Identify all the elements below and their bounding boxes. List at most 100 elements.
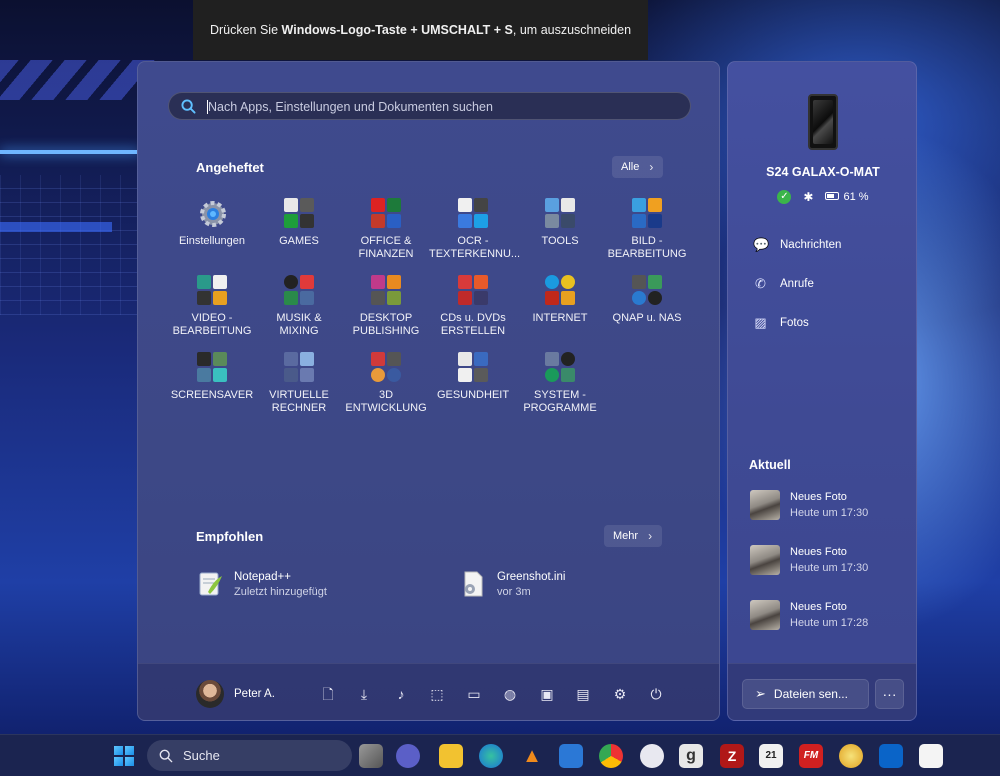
recommended-item-notepadpp[interactable]: Notepad++ Zuletzt hinzugefügt — [196, 570, 327, 600]
download-icon[interactable]: ⤓ — [356, 686, 372, 702]
folder-screensaver-icon — [196, 351, 228, 383]
settings-file-icon — [464, 571, 483, 597]
snip-hint-banner: Drücken Sie Windows-Logo-Taste + UMSCHAL… — [193, 0, 648, 60]
pinned-folder-system[interactable]: SYSTEM - PROGRAMME — [516, 351, 604, 423]
chrome-icon[interactable] — [599, 744, 623, 768]
folder-tools-icon — [544, 197, 576, 229]
fm-app-icon[interactable]: FM — [799, 744, 823, 768]
send-files-label: Dateien sen... — [773, 687, 848, 701]
messages-icon: 💬 — [753, 237, 770, 252]
phone-menu-calls[interactable]: ✆ Anrufe — [753, 276, 814, 291]
start-search-box[interactable]: Nach Apps, Einstellungen und Dokumenten … — [168, 92, 691, 120]
folder-health-icon — [457, 351, 489, 383]
pictures-icon[interactable]: ⬚ — [429, 686, 445, 702]
pinned-label: OFFICE & FINANZEN — [358, 235, 414, 260]
recommended-name: Notepad++ — [234, 571, 291, 583]
pinned-folder-music[interactable]: MUSIK & MIXING — [255, 274, 343, 346]
pinned-label: CDs u. DVDs ERSTELLEN — [440, 312, 506, 337]
recommended-title: Empfohlen — [196, 529, 264, 544]
pinned-folder-tools[interactable]: TOOLS — [516, 197, 604, 269]
recent-photo-time: Heute um 17:30 — [790, 562, 869, 574]
send-icon: ➢ — [755, 686, 766, 701]
notepad-app-icon[interactable] — [919, 744, 943, 768]
video-icon[interactable]: ▭ — [466, 686, 482, 702]
store-icon[interactable] — [559, 744, 583, 768]
pinned-label: SYSTEM - PROGRAMME — [523, 389, 597, 414]
recommended-item-greenshot-ini[interactable]: Greenshot.ini vor 3m — [459, 570, 565, 600]
chevron-right-icon: › — [649, 160, 654, 174]
device-name: S24 GALAX-O-MAT — [766, 165, 880, 179]
notepadpp-icon — [199, 572, 222, 596]
user-folder-icon[interactable]: ▣ — [539, 686, 555, 702]
vlc-icon[interactable]: ▲ — [520, 744, 544, 768]
phone-footer: ➢ Dateien sen... ··· — [728, 663, 916, 720]
network-icon[interactable]: ◍ — [502, 686, 518, 702]
pinned-label: BILD - BEARBEITUNG — [607, 235, 687, 260]
recent-photo-item[interactable]: Neues Foto Heute um 17:28 — [750, 600, 868, 632]
all-apps-button[interactable]: Alle › — [612, 156, 664, 178]
recent-photo-title: Neues Foto — [790, 601, 847, 613]
folder-image-icon — [631, 197, 663, 229]
pinned-label: VIDEO - BEARBEITUNG — [172, 312, 252, 337]
pinned-label: TOOLS — [541, 235, 579, 247]
pinned-folder-screensaver[interactable]: SCREENSAVER — [168, 351, 256, 423]
more-button[interactable]: Mehr › — [604, 525, 663, 547]
pinned-label: QNAP u. NAS — [612, 312, 682, 324]
taskbar-search[interactable]: Suche — [147, 740, 352, 771]
pinned-folder-3d[interactable]: 3D ENTWICKLUNG — [342, 351, 430, 423]
phone-menu-label: Nachrichten — [780, 238, 842, 251]
file-explorer-icon[interactable]: ▤ — [575, 686, 591, 702]
recent-photo-title: Neues Foto — [790, 491, 847, 503]
battery-icon — [825, 192, 840, 200]
pinned-folder-video[interactable]: VIDEO - BEARBEITUNG — [168, 274, 256, 346]
pinned-folder-cd[interactable]: CDs u. DVDs ERSTELLEN — [429, 274, 517, 346]
pinned-folder-internet[interactable]: INTERNET — [516, 274, 604, 346]
snip-hint-prefix: Drücken Sie — [209, 23, 279, 37]
outlook-icon[interactable] — [879, 744, 903, 768]
music-icon[interactable]: ♪ — [393, 686, 409, 702]
pinned-label: GESUNDHEIT — [436, 389, 510, 401]
settings-icon[interactable]: ⚙ — [612, 686, 628, 702]
pinned-folder-vm[interactable]: VIRTUELLE RECHNER — [255, 351, 343, 423]
tunein-icon[interactable] — [640, 744, 664, 768]
recent-photo-item[interactable]: Neues Foto Heute um 17:30 — [750, 545, 868, 577]
windows-start-icon[interactable] — [114, 746, 134, 766]
pinned-folder-ocr[interactable]: OCR - TEXTERKENNU... — [429, 197, 520, 269]
photo-thumbnail — [750, 545, 780, 575]
folder-office-icon — [370, 197, 402, 229]
filezilla-icon[interactable]: Z — [720, 744, 744, 768]
calendar-app-icon[interactable]: 21 — [759, 744, 783, 768]
phone-menu-label: Anrufe — [780, 277, 814, 290]
pinned-folder-publishing[interactable]: DESKTOP PUBLISHING — [342, 274, 430, 346]
pinned-label: SCREENSAVER — [170, 389, 254, 401]
connected-check-icon: ✓ — [777, 190, 792, 204]
pinned-folder-image[interactable]: BILD - BEARBEITUNG — [603, 197, 691, 269]
device-status: ✓ ✱ 61 % — [728, 190, 916, 204]
pinned-folder-nas[interactable]: QNAP u. NAS — [603, 274, 691, 346]
start-footer: Peter A. 🗋 ⤓ ♪ ⬚ ▭ ◍ ▣ ▤ ⚙ ⏻ — [138, 663, 719, 720]
more-options-button[interactable]: ··· — [875, 679, 904, 709]
pinned-item-einstellungen[interactable]: Einstellungen — [168, 197, 256, 269]
power-icon[interactable]: ⏻ — [648, 686, 664, 702]
send-files-button[interactable]: ➢ Dateien sen... — [742, 679, 869, 709]
folder-music-icon — [283, 274, 315, 306]
teams-icon[interactable] — [396, 744, 420, 768]
document-icon[interactable]: 🗋 — [320, 686, 336, 702]
g-app-icon[interactable]: g — [679, 744, 703, 768]
recent-photo-item[interactable]: Neues Foto Heute um 17:30 — [750, 490, 868, 522]
user-name: Peter A. — [234, 688, 275, 700]
file-explorer-icon[interactable] — [439, 744, 463, 768]
pinned-folder-health[interactable]: GESUNDHEIT — [429, 351, 517, 423]
paint-tool-icon[interactable] — [839, 744, 863, 768]
photo-thumbnail — [750, 600, 780, 630]
user-account-button[interactable]: Peter A. — [196, 680, 275, 708]
phone-menu-messages[interactable]: 💬 Nachrichten — [753, 237, 841, 252]
edge-icon[interactable] — [479, 744, 503, 768]
phone-link-panel: S24 GALAX-O-MAT ✓ ✱ 61 % 💬 Nachrichten ✆… — [727, 61, 917, 721]
start-menu: Nach Apps, Einstellungen und Dokumenten … — [137, 61, 720, 721]
pinned-folder-games[interactable]: GAMES — [255, 197, 343, 269]
pinned-title: Angeheftet — [196, 160, 264, 175]
pinned-folder-office[interactable]: OFFICE & FINANZEN — [342, 197, 430, 269]
task-view-icon[interactable] — [359, 744, 383, 768]
phone-menu-photos[interactable]: ▨ Fotos — [753, 315, 808, 330]
